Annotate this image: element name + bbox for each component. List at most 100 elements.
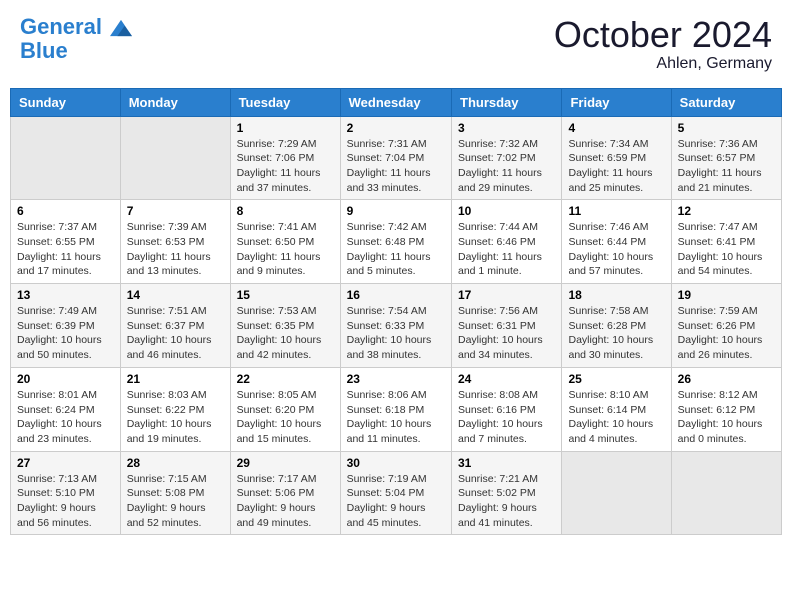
- calendar-day-cell: 24 Sunrise: 8:08 AM Sunset: 6:16 PM Dayli…: [452, 367, 562, 451]
- calendar-day-cell: 14Sunrise: 7:51 AM Sunset: 6:37 PM Dayli…: [120, 284, 230, 368]
- calendar-table: SundayMondayTuesdayWednesdayThursdayFrid…: [10, 88, 782, 536]
- weekday-header-cell: Saturday: [671, 88, 781, 116]
- calendar-day-cell: 12 Sunrise: 7:47 AM Sunset: 6:41 PM Dayli…: [671, 200, 781, 284]
- day-number: 24: [458, 372, 555, 386]
- day-detail: Sunrise: 8:01 AM Sunset: 6:24 PM Dayligh…: [17, 388, 114, 447]
- logo: General Blue: [20, 15, 132, 63]
- weekday-header-cell: Wednesday: [340, 88, 451, 116]
- day-detail: Sunrise: 7:58 AM Sunset: 6:28 PM Dayligh…: [568, 304, 664, 363]
- weekday-header-cell: Tuesday: [230, 88, 340, 116]
- calendar-day-cell: [562, 451, 671, 535]
- calendar-week-row: 1 Sunrise: 7:29 AM Sunset: 7:06 PM Daylig…: [11, 116, 782, 200]
- day-detail: Sunrise: 7:41 AM Sunset: 6:50 PM Dayligh…: [237, 220, 334, 279]
- calendar-day-cell: 19 Sunrise: 7:59 AM Sunset: 6:26 PM Dayli…: [671, 284, 781, 368]
- calendar-day-cell: 26 Sunrise: 8:12 AM Sunset: 6:12 PM Dayli…: [671, 367, 781, 451]
- day-detail: Sunrise: 7:54 AM Sunset: 6:33 PM Dayligh…: [347, 304, 445, 363]
- weekday-header-cell: Thursday: [452, 88, 562, 116]
- day-number: 27: [17, 456, 114, 470]
- logo-text-blue: Blue: [20, 39, 132, 63]
- calendar-day-cell: 7Sunrise: 7:39 AM Sunset: 6:53 PM Daylig…: [120, 200, 230, 284]
- day-detail: Sunrise: 7:53 AM Sunset: 6:35 PM Dayligh…: [237, 304, 334, 363]
- calendar-day-cell: 29 Sunrise: 7:17 AM Sunset: 5:06 PM Dayli…: [230, 451, 340, 535]
- calendar-week-row: 6Sunrise: 7:37 AM Sunset: 6:55 PM Daylig…: [11, 200, 782, 284]
- day-number: 19: [678, 288, 775, 302]
- logo-text: General: [20, 15, 132, 39]
- day-number: 15: [237, 288, 334, 302]
- day-number: 31: [458, 456, 555, 470]
- day-number: 25: [568, 372, 664, 386]
- calendar-day-cell: 23 Sunrise: 8:06 AM Sunset: 6:18 PM Dayli…: [340, 367, 451, 451]
- day-detail: Sunrise: 7:15 AM Sunset: 5:08 PM Dayligh…: [127, 472, 224, 531]
- day-number: 1: [237, 121, 334, 135]
- day-detail: Sunrise: 7:36 AM Sunset: 6:57 PM Dayligh…: [678, 137, 775, 196]
- day-number: 23: [347, 372, 445, 386]
- day-detail: Sunrise: 8:12 AM Sunset: 6:12 PM Dayligh…: [678, 388, 775, 447]
- month-title: October 2024: [554, 15, 772, 55]
- calendar-day-cell: 20 Sunrise: 8:01 AM Sunset: 6:24 PM Dayli…: [11, 367, 121, 451]
- calendar-day-cell: 17 Sunrise: 7:56 AM Sunset: 6:31 PM Dayli…: [452, 284, 562, 368]
- calendar-day-cell: 22 Sunrise: 8:05 AM Sunset: 6:20 PM Dayli…: [230, 367, 340, 451]
- day-number: 17: [458, 288, 555, 302]
- calendar-day-cell: [11, 116, 121, 200]
- location-title: Ahlen, Germany: [554, 55, 772, 73]
- day-detail: Sunrise: 7:13 AM Sunset: 5:10 PM Dayligh…: [17, 472, 114, 531]
- day-number: 13: [17, 288, 114, 302]
- day-detail: Sunrise: 8:06 AM Sunset: 6:18 PM Dayligh…: [347, 388, 445, 447]
- day-number: 9: [347, 204, 445, 218]
- calendar-body: 1 Sunrise: 7:29 AM Sunset: 7:06 PM Daylig…: [11, 116, 782, 535]
- day-detail: Sunrise: 7:56 AM Sunset: 6:31 PM Dayligh…: [458, 304, 555, 363]
- day-detail: Sunrise: 7:21 AM Sunset: 5:02 PM Dayligh…: [458, 472, 555, 531]
- day-detail: Sunrise: 8:08 AM Sunset: 6:16 PM Dayligh…: [458, 388, 555, 447]
- day-number: 11: [568, 204, 664, 218]
- day-number: 6: [17, 204, 114, 218]
- day-detail: Sunrise: 7:32 AM Sunset: 7:02 PM Dayligh…: [458, 137, 555, 196]
- day-number: 18: [568, 288, 664, 302]
- day-number: 2: [347, 121, 445, 135]
- day-number: 20: [17, 372, 114, 386]
- calendar-day-cell: 3 Sunrise: 7:32 AM Sunset: 7:02 PM Daylig…: [452, 116, 562, 200]
- day-number: 3: [458, 121, 555, 135]
- day-detail: Sunrise: 7:46 AM Sunset: 6:44 PM Dayligh…: [568, 220, 664, 279]
- day-number: 12: [678, 204, 775, 218]
- day-detail: Sunrise: 7:31 AM Sunset: 7:04 PM Dayligh…: [347, 137, 445, 196]
- calendar-day-cell: 10Sunrise: 7:44 AM Sunset: 6:46 PM Dayli…: [452, 200, 562, 284]
- calendar-day-cell: 30 Sunrise: 7:19 AM Sunset: 5:04 PM Dayli…: [340, 451, 451, 535]
- day-number: 16: [347, 288, 445, 302]
- day-detail: Sunrise: 7:17 AM Sunset: 5:06 PM Dayligh…: [237, 472, 334, 531]
- page-header: General Blue October 2024 Ahlen, Germany: [10, 10, 782, 78]
- day-detail: Sunrise: 7:19 AM Sunset: 5:04 PM Dayligh…: [347, 472, 445, 531]
- day-number: 30: [347, 456, 445, 470]
- calendar-day-cell: 9 Sunrise: 7:42 AM Sunset: 6:48 PM Daylig…: [340, 200, 451, 284]
- calendar-day-cell: 1 Sunrise: 7:29 AM Sunset: 7:06 PM Daylig…: [230, 116, 340, 200]
- day-number: 10: [458, 204, 555, 218]
- day-detail: Sunrise: 7:29 AM Sunset: 7:06 PM Dayligh…: [237, 137, 334, 196]
- day-number: 8: [237, 204, 334, 218]
- day-number: 21: [127, 372, 224, 386]
- day-detail: Sunrise: 7:47 AM Sunset: 6:41 PM Dayligh…: [678, 220, 775, 279]
- day-detail: Sunrise: 7:59 AM Sunset: 6:26 PM Dayligh…: [678, 304, 775, 363]
- day-number: 29: [237, 456, 334, 470]
- calendar-day-cell: 28Sunrise: 7:15 AM Sunset: 5:08 PM Dayli…: [120, 451, 230, 535]
- day-detail: Sunrise: 7:42 AM Sunset: 6:48 PM Dayligh…: [347, 220, 445, 279]
- day-detail: Sunrise: 7:49 AM Sunset: 6:39 PM Dayligh…: [17, 304, 114, 363]
- day-number: 4: [568, 121, 664, 135]
- day-detail: Sunrise: 8:05 AM Sunset: 6:20 PM Dayligh…: [237, 388, 334, 447]
- day-number: 22: [237, 372, 334, 386]
- calendar-week-row: 20 Sunrise: 8:01 AM Sunset: 6:24 PM Dayli…: [11, 367, 782, 451]
- calendar-day-cell: 13 Sunrise: 7:49 AM Sunset: 6:39 PM Dayli…: [11, 284, 121, 368]
- weekday-header-cell: Friday: [562, 88, 671, 116]
- calendar-day-cell: 11 Sunrise: 7:46 AM Sunset: 6:44 PM Dayli…: [562, 200, 671, 284]
- calendar-day-cell: [120, 116, 230, 200]
- calendar-day-cell: 2 Sunrise: 7:31 AM Sunset: 7:04 PM Daylig…: [340, 116, 451, 200]
- calendar-day-cell: [671, 451, 781, 535]
- day-detail: Sunrise: 7:34 AM Sunset: 6:59 PM Dayligh…: [568, 137, 664, 196]
- weekday-header-cell: Monday: [120, 88, 230, 116]
- calendar-day-cell: 4 Sunrise: 7:34 AM Sunset: 6:59 PM Daylig…: [562, 116, 671, 200]
- calendar-day-cell: 6Sunrise: 7:37 AM Sunset: 6:55 PM Daylig…: [11, 200, 121, 284]
- calendar-day-cell: 5Sunrise: 7:36 AM Sunset: 6:57 PM Daylig…: [671, 116, 781, 200]
- day-number: 7: [127, 204, 224, 218]
- day-number: 26: [678, 372, 775, 386]
- calendar-day-cell: 8 Sunrise: 7:41 AM Sunset: 6:50 PM Daylig…: [230, 200, 340, 284]
- calendar-day-cell: 21Sunrise: 8:03 AM Sunset: 6:22 PM Dayli…: [120, 367, 230, 451]
- day-number: 14: [127, 288, 224, 302]
